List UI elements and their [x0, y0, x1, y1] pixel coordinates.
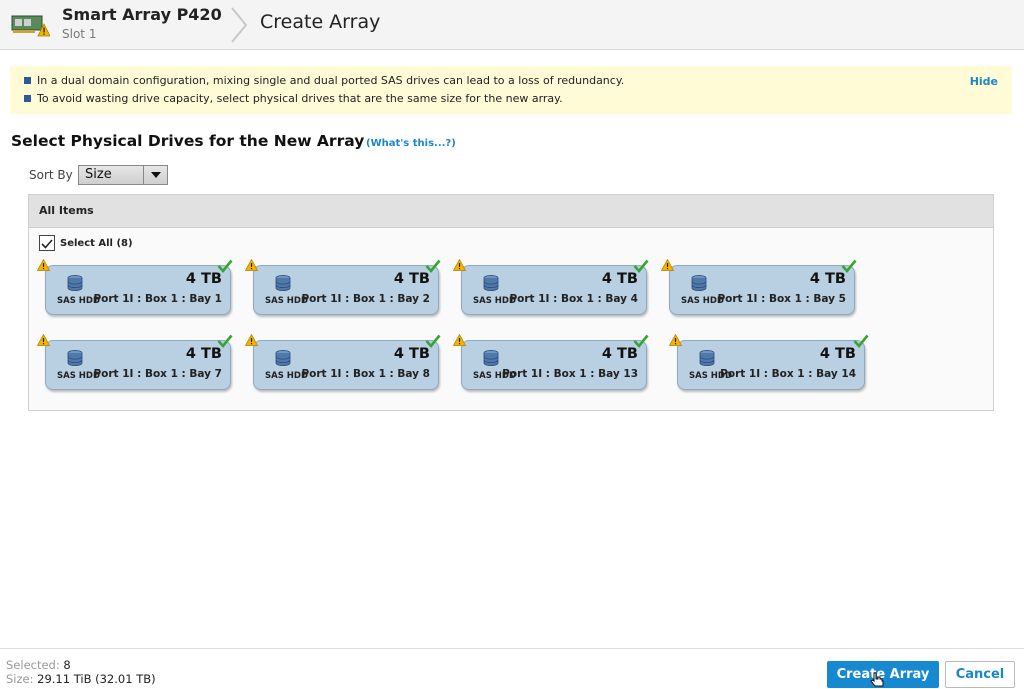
drive-card[interactable]: SAS HDD 4 TB Port 1I : Box 1 : Bay 5 [669, 265, 855, 315]
selected-check-icon [853, 334, 869, 348]
sort-by-label: Sort By [29, 168, 73, 182]
notice-text: In a dual domain configuration, mixing s… [37, 74, 625, 87]
select-all-label: Select All (8) [60, 237, 133, 249]
drive-size: 4 TB [819, 346, 856, 362]
panel-header: All Items [29, 195, 993, 228]
selected-size: Size: 29.11 TiB (32.01 TB) [6, 672, 156, 686]
selected-check-icon [633, 259, 649, 273]
whats-this-link[interactable]: (What's this...?) [366, 138, 456, 149]
hard-disk-icon [483, 350, 499, 366]
selected-check-icon [425, 259, 441, 273]
drive-location: Port 1I : Box 1 : Bay 8 [301, 368, 430, 380]
warning-icon [453, 259, 466, 271]
drive-card[interactable]: SAS HDD 4 TB Port 1I : Box 1 : Bay 8 [253, 340, 439, 390]
drive-location: Port 1I : Box 1 : Bay 4 [509, 293, 638, 305]
hard-disk-icon [67, 350, 83, 366]
selected-value: 8 [63, 658, 71, 672]
drive-tile[interactable]: SAS HDD 4 TB Port 1I : Box 1 : Bay 4 [453, 259, 649, 319]
drive-size: 4 TB [601, 271, 638, 287]
drive-location: Port 1I : Box 1 : Bay 5 [717, 293, 846, 305]
section-title: Select Physical Drives for the New Array [11, 132, 365, 150]
drive-tile[interactable]: SAS HDD 4 TB Port 1I : Box 1 : Bay 8 [245, 334, 441, 394]
hard-disk-icon [67, 275, 83, 291]
sort-by-value: Size [85, 167, 112, 182]
drive-tile[interactable]: SAS HDD 4 TB Port 1I : Box 1 : Bay 13 [453, 334, 649, 394]
notice-line: To avoid wasting drive capacity, select … [24, 92, 563, 105]
warning-icon [669, 334, 682, 346]
selected-check-icon [633, 334, 649, 348]
drive-tile[interactable]: SAS HDD 4 TB Port 1I : Box 1 : Bay 5 [661, 259, 857, 319]
selected-check-icon [425, 334, 441, 348]
page-header: Smart Array P420 Slot 1 Create Array [0, 0, 1024, 50]
select-all-checkbox[interactable] [39, 235, 55, 251]
controller-warning-icon [11, 15, 50, 37]
page-title: Create Array [260, 11, 381, 33]
drive-size: 4 TB [601, 346, 638, 362]
drive-location: Port 1I : Box 1 : Bay 2 [301, 293, 430, 305]
warning-icon [37, 259, 50, 271]
controller-name: Smart Array P420 [62, 5, 222, 24]
drive-tile[interactable]: SAS HDD 4 TB Port 1I : Box 1 : Bay 14 [669, 334, 869, 394]
drive-tile[interactable]: SAS HDD 4 TB Port 1I : Box 1 : Bay 2 [245, 259, 441, 319]
checkmark-icon [41, 239, 53, 249]
drive-tile[interactable]: SAS HDD 4 TB Port 1I : Box 1 : Bay 1 [37, 259, 233, 319]
cancel-button[interactable]: Cancel [945, 661, 1015, 688]
warning-icon [245, 259, 258, 271]
hard-disk-icon [699, 350, 715, 366]
notice-text: To avoid wasting drive capacity, select … [37, 92, 563, 105]
bullet-icon [24, 77, 31, 84]
warning-icon [37, 334, 50, 346]
drive-location: Port 1I : Box 1 : Bay 13 [502, 368, 638, 380]
warning-icon [661, 259, 674, 271]
dropdown-toggle[interactable] [143, 166, 167, 184]
chevron-down-icon [151, 172, 161, 178]
notice-line: In a dual domain configuration, mixing s… [24, 74, 624, 87]
drive-card[interactable]: SAS HDD 4 TB Port 1I : Box 1 : Bay 14 [677, 340, 865, 390]
controller-slot: Slot 1 [62, 27, 97, 41]
selected-label: Selected: [6, 658, 60, 672]
selected-check-icon [217, 259, 233, 273]
sort-by-select[interactable]: Size [78, 165, 168, 185]
breadcrumb-chevron-icon [231, 7, 248, 43]
drive-size: 4 TB [393, 271, 430, 287]
drive-card[interactable]: SAS HDD 4 TB Port 1I : Box 1 : Bay 13 [461, 340, 647, 390]
drive-location: Port 1I : Box 1 : Bay 7 [93, 368, 222, 380]
drive-card[interactable]: SAS HDD 4 TB Port 1I : Box 1 : Bay 2 [253, 265, 439, 315]
selected-count: Selected: 8 [6, 658, 71, 672]
bullet-icon [24, 95, 31, 102]
panel-header-label: All Items [39, 204, 94, 217]
size-label: Size: [6, 672, 34, 686]
hard-disk-icon [483, 275, 499, 291]
drive-location: Port 1I : Box 1 : Bay 14 [720, 368, 856, 380]
notice-banner: In a dual domain configuration, mixing s… [10, 66, 1012, 114]
selected-check-icon [217, 334, 233, 348]
warning-icon [245, 334, 258, 346]
select-all-row[interactable]: Select All (8) [39, 235, 133, 251]
warning-icon [453, 334, 466, 346]
drive-location: Port 1I : Box 1 : Bay 1 [93, 293, 222, 305]
drive-size: 4 TB [809, 271, 846, 287]
drive-card[interactable]: SAS HDD 4 TB Port 1I : Box 1 : Bay 7 [45, 340, 231, 390]
hard-disk-icon [275, 350, 291, 366]
drive-tile[interactable]: SAS HDD 4 TB Port 1I : Box 1 : Bay 7 [37, 334, 233, 394]
drives-panel: All Items Select All (8) SAS HDD 4 TB Port… [28, 194, 994, 411]
hard-disk-icon [275, 275, 291, 291]
drive-card[interactable]: SAS HDD 4 TB Port 1I : Box 1 : Bay 4 [461, 265, 647, 315]
drive-size: 4 TB [185, 346, 222, 362]
selected-check-icon [841, 259, 857, 273]
size-value: 29.11 TiB (32.01 TB) [37, 672, 156, 686]
hard-disk-icon [691, 275, 707, 291]
drive-size: 4 TB [393, 346, 430, 362]
drive-card[interactable]: SAS HDD 4 TB Port 1I : Box 1 : Bay 1 [45, 265, 231, 315]
drive-size: 4 TB [185, 271, 222, 287]
hand-cursor-icon [870, 672, 884, 687]
hide-notice-link[interactable]: Hide [970, 75, 998, 88]
